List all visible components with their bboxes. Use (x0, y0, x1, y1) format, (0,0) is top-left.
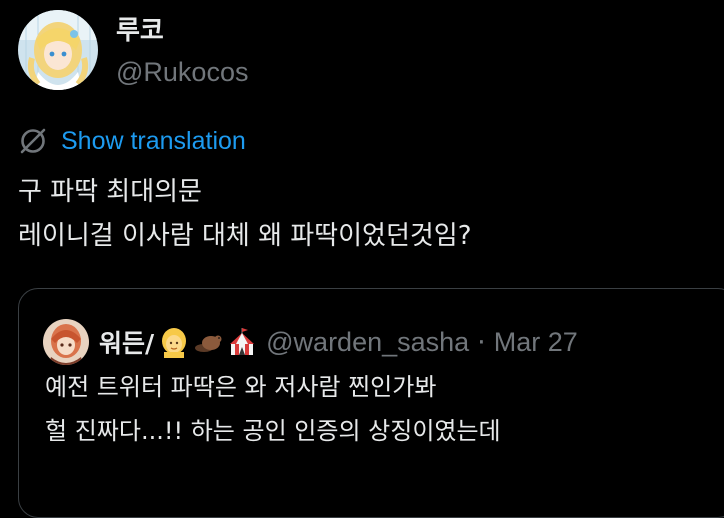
globe-slash-icon (18, 126, 48, 156)
separator-dot: · (477, 326, 486, 358)
quoted-handle[interactable]: @warden_sasha (266, 327, 469, 358)
author-names: 루코 @Rukocos (116, 14, 248, 90)
tweet-text: 구 파딱 최대의문 레이니걸 이사람 대체 왜 파딱이었던것임? (18, 177, 472, 251)
quoted-tweet-card[interactable]: 워든/ @warden_sasha · Mar 27 예전 트위터 파딱은 와 … (18, 288, 724, 518)
translation-row: Show translation (18, 126, 246, 156)
quoted-tweet-header: 워든/ @warden_sasha · Mar 27 (43, 319, 578, 365)
author-handle[interactable]: @Rukocos (116, 54, 248, 90)
quoted-date[interactable]: Mar 27 (494, 327, 578, 358)
author-avatar[interactable] (18, 10, 98, 90)
blonde-person-emoji (160, 326, 188, 358)
quoted-tweet-text: 예전 트위터 파딱은 와 저사람 찐인가봐 헐 진짜다...!! 하는 공인 인… (45, 373, 501, 445)
tweet-author-header: 루코 @Rukocos (18, 10, 248, 90)
author-display-name[interactable]: 루코 (116, 14, 248, 48)
show-translation-link[interactable]: Show translation (61, 127, 246, 156)
beaver-emoji (194, 326, 222, 358)
quoted-display-name[interactable]: 워든/ (99, 324, 154, 360)
circus-tent-emoji (228, 326, 256, 358)
quoted-author-avatar[interactable] (43, 319, 89, 365)
